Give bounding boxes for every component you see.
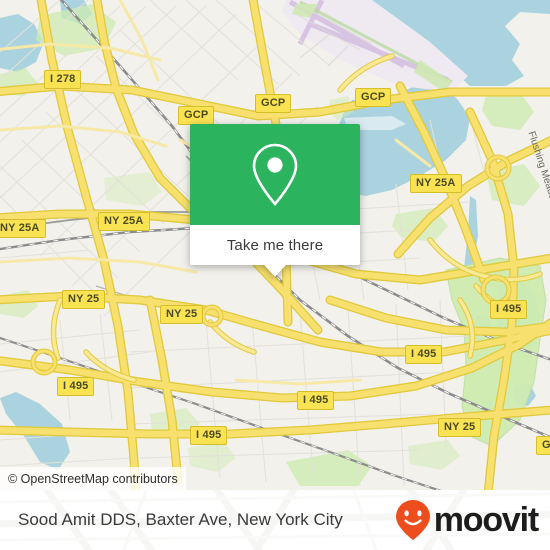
popup-pin-area — [190, 124, 360, 225]
highway-shield: I 495 — [490, 300, 528, 319]
highway-shield: GCP — [178, 106, 215, 125]
place-title-text: Sood Amit DDS, Baxter Ave, New York City — [18, 510, 343, 529]
moovit-smiley-pin-icon — [395, 500, 430, 540]
highway-shield: I 495 — [297, 391, 335, 410]
footer-bar: Sood Amit DDS, Baxter Ave, New York City… — [0, 490, 550, 550]
moovit-brand[interactable]: moovit — [394, 490, 539, 550]
moovit-wordmark: moovit — [433, 501, 539, 539]
osm-attribution[interactable]: © OpenStreetMap contributors — [0, 467, 186, 490]
map-pin-icon — [252, 143, 298, 206]
popup-action-area[interactable]: Take me there — [190, 225, 360, 265]
take-me-there-label: Take me there — [226, 236, 324, 254]
highway-shield: NY 25A — [98, 212, 150, 231]
highway-shield: NY 25 — [160, 305, 204, 324]
highway-shield: I 278 — [44, 70, 82, 89]
highway-shield: GCP — [255, 94, 292, 113]
map-screenshot: I 278 GCP GCP GCP NY 25A NY 25A NY 25A NY 25 NY … — [0, 0, 550, 550]
highway-shield: NY 25A — [410, 174, 462, 193]
highway-shield: I 495 — [190, 426, 228, 445]
highway-shield: GCP — [355, 88, 392, 107]
location-popup-card[interactable]: Take me there — [190, 124, 360, 277]
highway-shield: I 495 — [57, 377, 95, 396]
osm-attribution-text: © OpenStreetMap contributors — [8, 471, 178, 486]
highway-shield: GCP — [536, 436, 550, 455]
highway-shield: NY 25A — [0, 219, 46, 238]
highway-shield: I 495 — [405, 345, 443, 364]
place-title: Sood Amit DDS, Baxter Ave, New York City — [18, 490, 343, 550]
highway-shield: NY 25 — [438, 418, 482, 437]
popup-tail — [264, 265, 286, 277]
map-canvas[interactable]: I 278 GCP GCP GCP NY 25A NY 25A NY 25A NY 25 NY … — [0, 0, 550, 490]
highway-shield: NY 25 — [62, 290, 106, 309]
